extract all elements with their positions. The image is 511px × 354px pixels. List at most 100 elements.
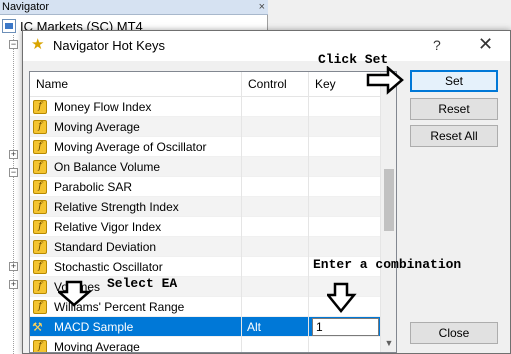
table-row[interactable]: f Parabolic SAR [30, 177, 382, 197]
vertical-scrollbar[interactable]: ▲ ▼ [380, 72, 396, 352]
indicator-function-icon: f [33, 240, 47, 254]
row-key [309, 157, 382, 177]
row-name-label: Moving Average of Oscillator [54, 140, 207, 154]
row-control [242, 97, 309, 117]
expand-icon[interactable]: + [9, 262, 18, 271]
reset-button[interactable]: Reset [410, 98, 498, 120]
navigator-title: Navigator [2, 1, 50, 13]
row-name: f Moving Average [30, 117, 242, 137]
collapse-icon[interactable]: − [9, 40, 18, 49]
table-row[interactable]: f Moving Average [30, 117, 382, 137]
indicator-function-icon: f [33, 200, 47, 214]
table-header: Name Control Key [30, 72, 382, 97]
row-control [242, 297, 309, 317]
row-control [242, 177, 309, 197]
row-control [242, 337, 309, 352]
row-name: f Standard Deviation [30, 237, 242, 257]
expand-icon[interactable]: + [9, 150, 18, 159]
table-row-selected[interactable]: ⚒ MACD Sample Alt 1 [30, 317, 382, 337]
row-name: f Moving Average [30, 337, 242, 353]
row-name: f Stochastic Oscillator [30, 257, 242, 277]
row-name: f On Balance Volume [30, 157, 242, 177]
indicator-function-icon: f [33, 160, 47, 174]
indicator-function-icon: f [33, 100, 47, 114]
row-key [309, 177, 382, 197]
row-key [309, 237, 382, 257]
reset-all-button[interactable]: Reset All [410, 125, 498, 147]
indicator-function-icon: f [33, 280, 47, 294]
table-row[interactable]: f Moving Average of Oscillator [30, 137, 382, 157]
navigator-title-bar: Navigator × [0, 0, 268, 15]
row-name-label: Money Flow Index [54, 100, 152, 114]
row-name-label: Moving Average [54, 340, 140, 353]
hotkey-input[interactable]: 1 [312, 318, 379, 336]
collapse-icon[interactable]: − [9, 168, 18, 177]
row-key [309, 117, 382, 137]
indicator-function-icon: f [33, 220, 47, 234]
terminal-icon [2, 19, 16, 33]
right-arrow-icon [366, 66, 404, 95]
column-header-control[interactable]: Control [242, 72, 309, 97]
row-name-label: Parabolic SAR [54, 180, 133, 194]
indicator-function-icon: f [33, 260, 47, 274]
tree-line [13, 35, 14, 354]
row-control [242, 277, 309, 297]
expert-advisor-icon: ⚒ [32, 320, 43, 334]
table-row[interactable]: f On Balance Volume [30, 157, 382, 177]
row-name-label: Standard Deviation [54, 240, 157, 254]
row-key [309, 217, 382, 237]
row-name: f Relative Vigor Index [30, 217, 242, 237]
row-control [242, 197, 309, 217]
row-key [309, 337, 382, 352]
row-control [242, 117, 309, 137]
row-key [309, 97, 382, 117]
row-name: f Moving Average of Oscillator [30, 137, 242, 157]
dialog-title-bar: ★ Navigator Hot Keys ? ✕ [23, 31, 510, 61]
annotation-select-ea: Select EA [107, 276, 178, 291]
row-name: ⚒ MACD Sample [30, 317, 242, 337]
row-name: f Parabolic SAR [30, 177, 242, 197]
row-key [309, 137, 382, 157]
indicator-function-icon: f [33, 140, 47, 154]
column-header-name[interactable]: Name [30, 72, 242, 97]
table-row[interactable]: f Moving Average [30, 337, 382, 353]
indicator-function-icon: f [33, 120, 47, 134]
table-row[interactable]: f Money Flow Index [30, 97, 382, 117]
indicator-function-icon: f [33, 180, 47, 194]
star-icon: ★ [31, 36, 45, 53]
row-name-label: On Balance Volume [54, 160, 161, 174]
scrollbar-thumb[interactable] [384, 169, 394, 231]
table-row[interactable]: f Relative Strength Index [30, 197, 382, 217]
row-name: f Money Flow Index [30, 97, 242, 117]
row-name-label: Relative Strength Index [54, 200, 179, 214]
dialog-title: Navigator Hot Keys [53, 38, 165, 53]
row-name-label: MACD Sample [54, 320, 134, 334]
table-row[interactable]: f Relative Vigor Index [30, 217, 382, 237]
table-row[interactable]: f Standard Deviation [30, 237, 382, 257]
row-name-label: Relative Vigor Index [54, 220, 162, 234]
indicator-function-icon: f [33, 340, 47, 352]
help-icon[interactable]: ? [433, 37, 441, 53]
row-name-label: Moving Average [54, 120, 140, 134]
row-name: f Relative Strength Index [30, 197, 242, 217]
navigator-hotkeys-dialog: ★ Navigator Hot Keys ? ✕ Name Control Ke… [22, 30, 511, 354]
row-control [242, 137, 309, 157]
row-key [309, 197, 382, 217]
expand-icon[interactable]: + [9, 280, 18, 289]
indicator-function-icon: f [33, 300, 47, 314]
row-control [242, 237, 309, 257]
table-body: f Money Flow Index f Moving Average f Moving … [30, 97, 382, 353]
navigator-close-icon[interactable]: × [259, 0, 265, 14]
close-icon[interactable]: ✕ [478, 34, 493, 55]
row-key[interactable]: 1 [309, 317, 382, 337]
row-control: Alt [242, 317, 309, 337]
close-button[interactable]: Close [410, 322, 498, 344]
row-control [242, 217, 309, 237]
scroll-down-icon[interactable]: ▼ [381, 338, 396, 348]
down-arrow-icon [327, 282, 357, 313]
annotation-click-set: Click Set [318, 52, 389, 67]
row-name-label: Stochastic Oscillator [54, 260, 163, 274]
set-button[interactable]: Set [410, 70, 498, 92]
row-control [242, 157, 309, 177]
annotation-enter-combination: Enter a combination [313, 257, 462, 272]
